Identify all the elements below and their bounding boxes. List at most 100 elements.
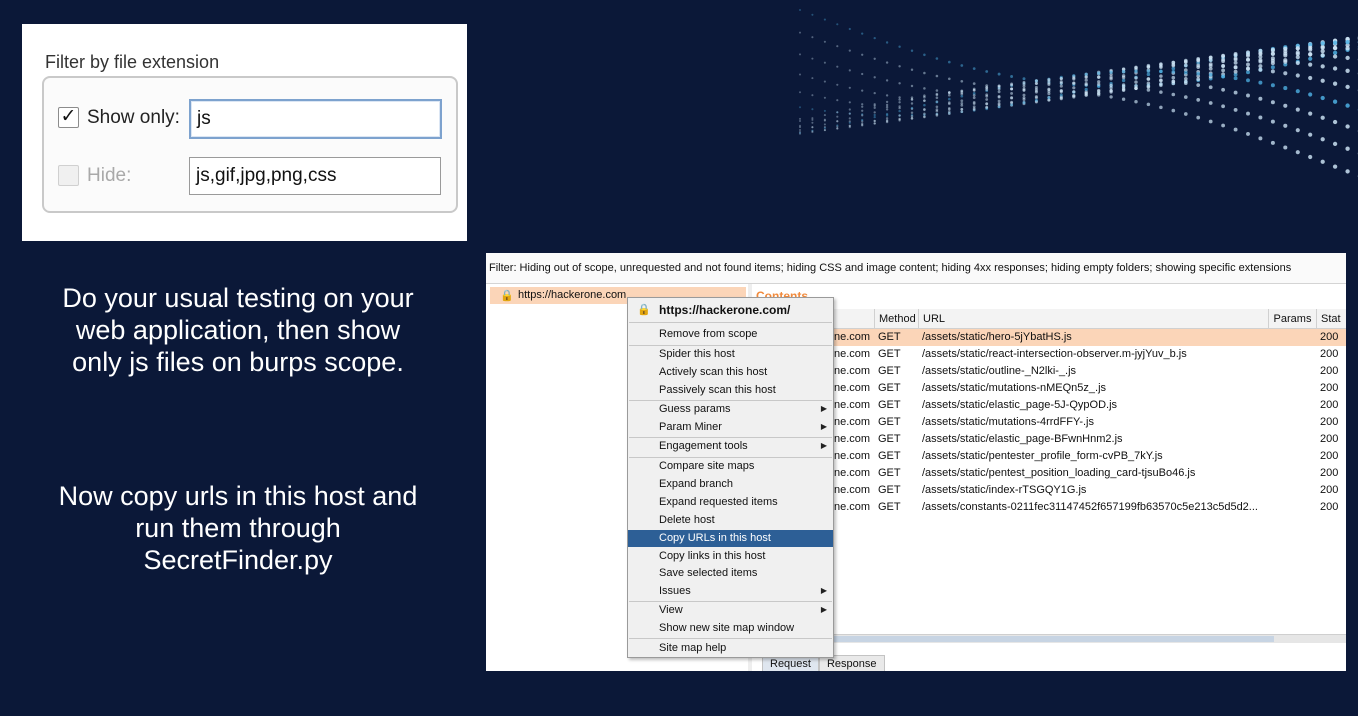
table-row[interactable]: ne.com GET/assets/static/elastic_page-BFw… bbox=[752, 431, 1346, 448]
deco-dot bbox=[1171, 75, 1176, 80]
menu-item-copy-urls-in-this-host[interactable]: Copy URLs in this host bbox=[628, 530, 833, 547]
deco-dot bbox=[1159, 69, 1163, 74]
deco-dot bbox=[1034, 98, 1038, 102]
cell-url: /assets/static/mutations-4rrdFFY-.js bbox=[922, 416, 1094, 428]
show-only-input[interactable]: js bbox=[189, 99, 442, 139]
menu-item-spider-this-host[interactable]: Spider this host bbox=[628, 346, 833, 363]
hide-input[interactable]: js,gif,jpg,png,css bbox=[189, 157, 441, 195]
menu-item-param-miner[interactable]: Param Miner ▶ bbox=[628, 419, 833, 436]
deco-dot bbox=[1047, 92, 1051, 96]
menu-item-label: Expand requested items bbox=[659, 496, 778, 508]
deco-dot bbox=[1134, 69, 1138, 74]
menu-item-copy-links-in-this-host[interactable]: Copy links in this host bbox=[628, 548, 833, 565]
deco-dot bbox=[1022, 98, 1026, 101]
deco-dot bbox=[885, 105, 889, 109]
horizontal-scrollbar[interactable] bbox=[752, 634, 1346, 643]
deco-dot bbox=[1109, 70, 1113, 74]
deco-dot bbox=[1221, 104, 1226, 109]
cell-host: ne.com bbox=[834, 450, 871, 462]
deco-dot bbox=[1072, 81, 1076, 85]
deco-dot bbox=[1010, 100, 1014, 104]
deco-dot bbox=[1283, 46, 1288, 51]
deco-dot bbox=[960, 99, 964, 103]
deco-dot bbox=[1233, 76, 1238, 81]
menu-item-label: Show new site map window bbox=[659, 622, 795, 634]
table-row[interactable]: ne.com GET/assets/static/react-intersecti… bbox=[752, 346, 1346, 363]
deco-dot bbox=[1320, 115, 1325, 120]
table-row[interactable]: ne.com GET/assets/static/pentest_position… bbox=[752, 465, 1346, 482]
deco-dot bbox=[1221, 57, 1226, 62]
table-row[interactable]: ne.com GET/assets/constants-0211fec311474… bbox=[752, 499, 1346, 516]
deco-dot bbox=[1146, 77, 1151, 81]
deco-dot bbox=[848, 27, 851, 31]
filter-panel-title: Filter by file extension bbox=[45, 52, 220, 72]
table-row[interactable]: ne.com GET/assets/static/elastic_page-5J-… bbox=[752, 397, 1346, 414]
menu-item-show-new-site-map-window[interactable]: Show new site map window bbox=[628, 620, 833, 637]
cell-method: GET bbox=[878, 433, 901, 445]
menu-item-label: Delete host bbox=[659, 514, 715, 526]
deco-dot bbox=[861, 89, 864, 92]
deco-dot bbox=[1022, 77, 1026, 81]
deco-dot bbox=[985, 88, 989, 91]
column-status[interactable]: Stat bbox=[1316, 309, 1346, 329]
deco-dot bbox=[1196, 63, 1201, 68]
menu-item-passively-scan-this-host[interactable]: Passively scan this host bbox=[628, 382, 833, 399]
table-row[interactable]: ne.com GET/assets/static/pentester_profil… bbox=[752, 448, 1346, 465]
deco-dot bbox=[811, 57, 814, 60]
deco-dot bbox=[1183, 76, 1188, 81]
deco-dot bbox=[960, 110, 964, 114]
deco-dot bbox=[873, 36, 876, 40]
lock-icon: 🔒 bbox=[500, 290, 514, 302]
deco-dot bbox=[935, 57, 939, 60]
table-row[interactable]: ne.com GET/assets/static/index-rTSGQY1G.j… bbox=[752, 482, 1346, 499]
cell-method: GET bbox=[878, 365, 901, 377]
menu-item-save-selected-items[interactable]: Save selected items bbox=[628, 565, 833, 582]
deco-dot bbox=[799, 131, 801, 134]
deco-dot bbox=[861, 103, 864, 106]
menu-item-remove-from-scope[interactable]: Remove from scope bbox=[628, 326, 833, 343]
column-method[interactable]: Method bbox=[874, 309, 918, 329]
deco-dot bbox=[1308, 92, 1313, 97]
menu-item-actively-scan-this-host[interactable]: Actively scan this host bbox=[628, 364, 833, 381]
cell-url: /assets/static/mutations-nMEQn5z_.js bbox=[922, 382, 1107, 394]
deco-dot bbox=[1246, 111, 1250, 116]
menu-item-expand-requested-items[interactable]: Expand requested items bbox=[628, 494, 833, 511]
deco-dot bbox=[1159, 78, 1163, 82]
deco-dot bbox=[1146, 65, 1151, 69]
menu-item-site-map-help[interactable]: Site map help bbox=[628, 640, 833, 657]
table-row[interactable]: ne.com GET/assets/static/mutations-4rrdFF… bbox=[752, 414, 1346, 431]
menu-item-label: Actively scan this host bbox=[659, 366, 768, 378]
deco-dot bbox=[1332, 81, 1338, 86]
show-only-checkbox[interactable]: ✓ bbox=[58, 107, 79, 128]
menu-item-compare-site-maps[interactable]: Compare site maps bbox=[628, 458, 833, 475]
deco-dot bbox=[1208, 63, 1213, 68]
deco-dot bbox=[898, 101, 901, 104]
menu-item-view[interactable]: View ▶ bbox=[628, 602, 833, 619]
menu-item-engagement-tools[interactable]: Engagement tools ▶ bbox=[628, 438, 833, 455]
column-params[interactable]: Params bbox=[1268, 309, 1316, 329]
deco-dot bbox=[1295, 46, 1300, 51]
table-row[interactable]: ne.com GET/assets/static/mutations-nMEQn5… bbox=[752, 380, 1346, 397]
menu-item-delete-host[interactable]: Delete host bbox=[628, 512, 833, 529]
deco-dot bbox=[1345, 55, 1350, 61]
cell-method: GET bbox=[878, 467, 901, 479]
deco-dot bbox=[1221, 68, 1226, 73]
deco-dot bbox=[1221, 87, 1226, 92]
deco-dot bbox=[935, 105, 939, 109]
site-map-filter-bar[interactable]: Filter: Hiding out of scope, unrequested… bbox=[486, 253, 1346, 284]
deco-dot bbox=[848, 86, 851, 89]
table-row[interactable]: ne.com GET/assets/static/outline-_N2lki-_… bbox=[752, 363, 1346, 380]
table-row[interactable]: ne.com GET/assets/static/hero-5jYbatHS.js… bbox=[752, 329, 1346, 346]
deco-dot bbox=[1146, 88, 1151, 92]
deco-dot bbox=[799, 106, 801, 109]
menu-item-label: Copy links in this host bbox=[659, 550, 766, 562]
deco-dot bbox=[873, 113, 876, 117]
menu-item-label: Copy URLs in this host bbox=[659, 532, 771, 544]
menu-item-expand-branch[interactable]: Expand branch bbox=[628, 476, 833, 493]
menu-item-issues[interactable]: Issues ▶ bbox=[628, 583, 833, 600]
menu-item-guess-params[interactable]: Guess params ▶ bbox=[628, 401, 833, 418]
hide-checkbox[interactable] bbox=[58, 165, 79, 186]
deco-dot bbox=[1320, 95, 1325, 101]
column-url[interactable]: URL bbox=[918, 309, 1268, 329]
deco-dot bbox=[923, 103, 926, 107]
